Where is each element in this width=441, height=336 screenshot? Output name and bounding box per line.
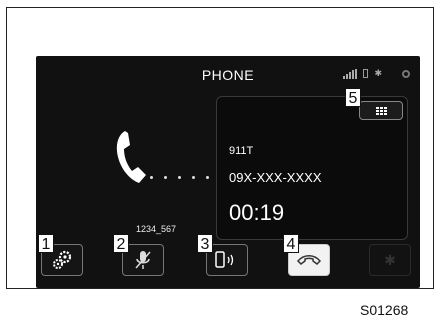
signal-strength-icon — [343, 68, 358, 79]
hang-up-icon — [296, 255, 322, 265]
handset-speaker-icon — [215, 251, 234, 268]
record-icon — [402, 69, 410, 78]
microphone-off-icon — [135, 251, 151, 269]
keypad-button[interactable] — [359, 101, 403, 120]
call-connection-dots — [150, 176, 223, 179]
contact-number: 09X-XXX-XXXX — [229, 170, 322, 185]
status-bar: ✱ — [343, 68, 410, 79]
call-timer: 00:19 — [229, 200, 285, 225]
call-handset-icon — [116, 131, 146, 183]
call-info-panel: 911T 09X-XXX-XXXX 00:19 — [216, 96, 408, 240]
callout-4: 4 — [283, 234, 299, 253]
phone-screen: PHONE ✱ 911T 09X-XXX-XXXX 00:19 1234_567 — [36, 56, 420, 288]
bluetooth-button: ✱ — [369, 244, 411, 276]
bluetooth-icon: ✱ — [384, 251, 396, 268]
callout-2: 2 — [113, 234, 129, 253]
gears-icon — [53, 250, 72, 269]
contact-name: 911T — [229, 145, 254, 157]
battery-icon — [363, 69, 369, 78]
connected-device-name: 1234_567 — [136, 224, 177, 234]
callout-5: 5 — [345, 88, 361, 107]
callout-3: 3 — [197, 234, 213, 253]
keypad-icon — [375, 106, 387, 115]
callout-1: 1 — [38, 234, 54, 253]
figure-id: S01268 — [360, 302, 409, 318]
bluetooth-icon: ✱ — [374, 68, 382, 78]
